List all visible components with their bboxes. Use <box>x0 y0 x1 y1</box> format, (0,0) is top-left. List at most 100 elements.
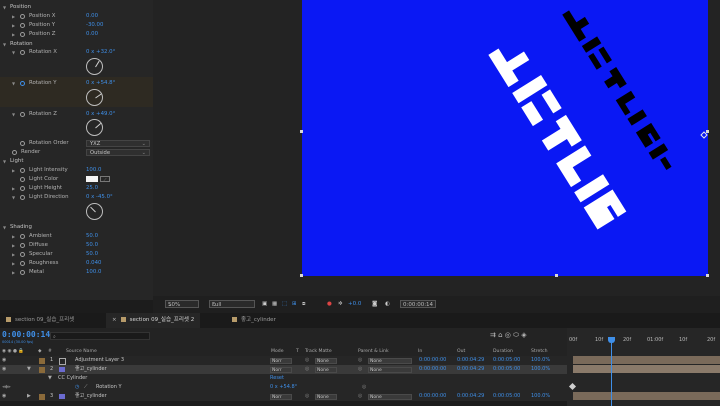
roughness-value[interactable]: 0.040 <box>86 259 101 268</box>
av-switch-icons[interactable]: ◉ ◉ ● 🔒 <box>2 347 24 356</box>
twirl-right-icon[interactable]: ▶ <box>12 30 15 39</box>
twirl-down-icon[interactable]: ▼ <box>12 110 15 119</box>
viewer-time[interactable]: 0:00:00:14 <box>400 300 436 308</box>
rotation-z-row[interactable]: ▼ Rotation Z 0 x +49.0° <box>0 110 153 119</box>
stopwatch-icon[interactable] <box>20 176 25 182</box>
stopwatch-icon[interactable] <box>20 22 25 28</box>
color-channel-icon[interactable]: ● <box>327 296 332 313</box>
layer-handle[interactable] <box>706 130 709 133</box>
twirl-right-icon[interactable]: ▶ <box>27 392 31 401</box>
rotation-x-value[interactable]: 0 x +32.0° <box>86 48 115 57</box>
stopwatch-icon[interactable] <box>20 269 25 275</box>
visibility-icon[interactable]: ◉ <box>2 365 6 374</box>
twirl-down-icon[interactable]: ▼ <box>3 223 6 232</box>
resolution-dropdown[interactable]: Full ⌄ <box>209 300 255 308</box>
current-time-display[interactable]: 0:00:00:14 <box>2 330 50 339</box>
tab-cylinder[interactable]: 좋고_cylinder <box>226 313 282 328</box>
time-ruler[interactable]: 00f 10f 20f 01:00f 10f 20f <box>567 336 720 347</box>
twirl-down-icon[interactable]: ▼ <box>3 3 6 12</box>
twirl-right-icon[interactable]: ▶ <box>12 241 15 250</box>
twirl-right-icon[interactable]: ▶ <box>12 250 15 259</box>
twirl-down-icon[interactable]: ▼ <box>12 48 15 57</box>
stopwatch-icon[interactable] <box>20 185 25 191</box>
ambient-row[interactable]: ▶ Ambient 50.0 <box>0 232 153 241</box>
region-icon[interactable]: ▣ <box>262 296 267 313</box>
track-matte-dropdown[interactable]: None <box>315 357 337 364</box>
twirl-down-icon[interactable]: ▼ <box>12 193 15 202</box>
parent-dropdown[interactable]: None <box>368 366 412 373</box>
stopwatch-active-icon[interactable] <box>20 80 25 86</box>
layer-row[interactable]: ◉ ▶ 3 좋고_cylinder Norr ◎ None ◎ None 0:0… <box>0 392 567 401</box>
light-color-row[interactable]: Light Color <box>0 175 153 184</box>
twirl-right-icon[interactable]: ▶ <box>12 259 15 268</box>
stretch-value[interactable]: 100.0% <box>531 392 550 401</box>
stopwatch-icon[interactable] <box>20 194 25 200</box>
stretch-value[interactable]: 100.0% <box>531 356 550 365</box>
stopwatch-icon[interactable] <box>20 242 25 248</box>
track-matte-dropdown[interactable]: None <box>315 366 337 373</box>
position-z-value[interactable]: 0.00 <box>86 30 98 39</box>
layer-name[interactable]: 좋고_cylinder <box>75 365 107 374</box>
mode-dropdown[interactable]: Norr <box>270 393 292 400</box>
shading-group[interactable]: ▼ Shading <box>0 223 153 232</box>
matte-link-icon[interactable]: ◎ <box>305 365 309 374</box>
light-color-swatch[interactable] <box>86 176 98 182</box>
layer-handle[interactable] <box>555 274 558 277</box>
specular-row[interactable]: ▶ Specular 50.0 <box>0 250 153 259</box>
label-color-swatch[interactable] <box>39 366 45 373</box>
layer-row[interactable]: ◉ 1 Adjustment Layer 3 Norr ◎ None ◎ Non… <box>0 356 567 365</box>
track-matte-dropdown[interactable]: None <box>315 393 337 400</box>
visibility-icon[interactable]: ◉ <box>2 356 6 365</box>
light-intensity-value[interactable]: 100.0 <box>86 166 101 175</box>
twirl-right-icon[interactable]: ▶ <box>12 184 15 193</box>
layer-name[interactable]: 좋고_cylinder <box>75 392 107 401</box>
layer-handle[interactable] <box>300 274 303 277</box>
roughness-row[interactable]: ▶ Roughness 0.040 <box>0 259 153 268</box>
rotation-y-dial[interactable] <box>86 89 103 106</box>
diffuse-row[interactable]: ▶ Diffuse 50.0 <box>0 241 153 250</box>
zoom-dropdown[interactable]: 50% ⌄ <box>165 300 199 308</box>
stopwatch-icon[interactable] <box>20 111 25 117</box>
light-direction-row[interactable]: ▼ Light Direction 0 x -45.0° <box>0 193 153 202</box>
metal-value[interactable]: 100.0 <box>86 268 101 277</box>
exposure-value[interactable]: +0.0 <box>348 296 361 313</box>
stopwatch-icon[interactable] <box>20 167 25 173</box>
stopwatch-icon[interactable] <box>20 49 25 55</box>
ambient-value[interactable]: 50.0 <box>86 232 98 241</box>
rotation-x-row[interactable]: ▼ Rotation X 0 x +32.0° <box>0 48 153 57</box>
timeline-switch-icons[interactable]: ⇉ ⌂ ◎ ⬭ ◈ <box>490 331 527 340</box>
out-value[interactable]: 0:00:04:29 <box>457 392 484 401</box>
rotation-x-dial[interactable] <box>86 58 103 75</box>
position-y-row[interactable]: ▶ Position Y -30.00 <box>0 21 153 30</box>
3d-view-icon[interactable]: ⧈ <box>302 296 306 313</box>
matte-link-icon[interactable]: ◎ <box>305 356 309 365</box>
stopwatch-icon[interactable] <box>20 251 25 257</box>
mode-dropdown[interactable]: Norr <box>270 357 292 364</box>
diffuse-value[interactable]: 50.0 <box>86 241 98 250</box>
duration-value[interactable]: 0:00:05:00 <box>493 356 520 365</box>
layer-handle[interactable] <box>300 130 303 133</box>
stopwatch-icon[interactable] <box>12 149 17 155</box>
light-direction-value[interactable]: 0 x -45.0° <box>86 193 113 202</box>
property-row[interactable]: ◂◆▸ ◷ ⟋ Rotation Y 0 x +54.8° ◎ <box>0 383 567 392</box>
layer-name[interactable]: Adjustment Layer 3 <box>75 356 124 365</box>
visibility-icon[interactable]: ◉ <box>2 392 6 401</box>
close-icon[interactable]: × <box>112 317 117 323</box>
composition-viewer[interactable] <box>153 0 720 296</box>
light-height-row[interactable]: ▶ Light Height 25.0 <box>0 184 153 193</box>
label-color-swatch[interactable] <box>39 393 45 400</box>
exposure-icon[interactable]: ✲ <box>338 296 343 313</box>
out-value[interactable]: 0:00:04:29 <box>457 365 484 374</box>
render-dropdown[interactable]: Outside ⌄ <box>86 149 150 156</box>
duration-value[interactable]: 0:00:05:00 <box>493 392 520 401</box>
reset-link[interactable]: Reset <box>270 374 284 383</box>
parent-dropdown[interactable]: None <box>368 393 412 400</box>
pickwhip-icon[interactable]: ◎ <box>358 392 362 401</box>
layer-search-input[interactable]: ⌕ <box>50 332 150 340</box>
twirl-down-icon[interactable]: ▼ <box>3 157 6 166</box>
pickwhip-icon[interactable]: ◎ <box>362 383 366 392</box>
position-x-row[interactable]: ▶ Position X 0.00 <box>0 12 153 21</box>
light-direction-dial[interactable] <box>86 203 103 220</box>
mode-dropdown[interactable]: Norr <box>270 366 292 373</box>
light-intensity-row[interactable]: ▶ Light Intensity 100.0 <box>0 166 153 175</box>
